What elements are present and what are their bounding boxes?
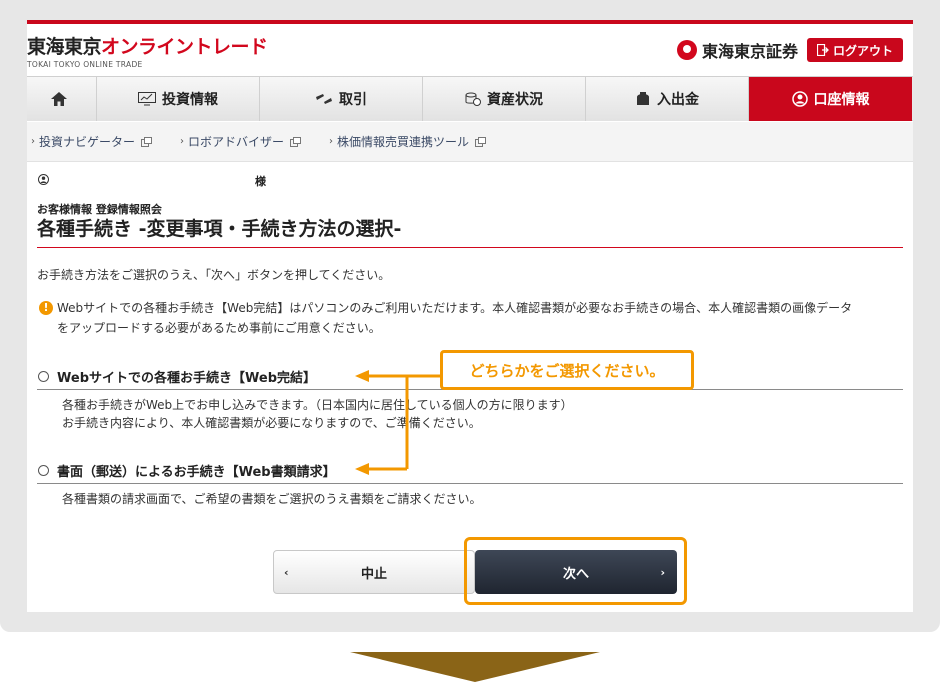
nav-label: 入出金	[657, 92, 699, 108]
option-desc-line: 各種書類の請求画面で、ご希望の書類をご選択のうえ書類をご請求ください。	[62, 492, 482, 506]
nav-label: 投資情報	[162, 92, 218, 108]
sublink-stock-trading-tool[interactable]: › 株価情報売買連携ツール	[329, 133, 487, 150]
external-window-icon	[141, 136, 153, 147]
notice-line-1: Webサイトでの各種お手続き【Web完結】はパソコンのみご利用いただけます。本人…	[57, 301, 853, 315]
page: 東海東京オンライントレード TOKAI TOKYO ONLINE TRADE 東…	[27, 20, 913, 612]
cancel-label: 中止	[360, 566, 387, 582]
sub-nav: › 投資ナビゲーター › ロボアドバイザー › 株価情報売買連携ツール	[27, 122, 913, 162]
sublink-robo-advisor[interactable]: › ロボアドバイザー	[180, 133, 302, 150]
down-arrow-icon	[350, 652, 600, 682]
nav-deposit-withdrawal[interactable]: 入出金	[586, 77, 749, 121]
next-label: 次へ	[562, 566, 589, 582]
sublink-label: 株価情報売買連携ツール	[337, 135, 470, 149]
coins-icon	[465, 92, 481, 106]
external-window-icon	[290, 136, 302, 147]
next-button[interactable]: 次へ ›	[475, 550, 677, 594]
external-window-icon	[475, 136, 487, 147]
logo-kana: オンライントレード	[101, 36, 268, 58]
nav-trade[interactable]: 取引	[260, 77, 423, 121]
instruction-text: お手続き方法をご選択のうえ、「次へ」ボタンを押してください。	[37, 268, 391, 282]
chevron-right-icon: ›	[660, 565, 665, 579]
logout-button[interactable]: ログアウト	[807, 38, 903, 62]
sublink-investment-navigator[interactable]: › 投資ナビゲーター	[31, 133, 153, 150]
option-label: Webサイトでの各種お手続き【Web完結】	[57, 370, 316, 386]
logout-label: ログアウト	[832, 43, 893, 58]
nav-asset-status[interactable]: 資産状況	[423, 77, 586, 121]
option-desc-line: お手続き内容により、本人確認書類が必要になりますので、ご準備ください。	[62, 416, 481, 430]
nav-home[interactable]	[27, 77, 97, 121]
logo-subtitle: TOKAI TOKYO ONLINE TRADE	[27, 60, 143, 69]
notice: ! Webサイトでの各種お手続き【Web完結】はパソコンのみご利用いただけます。…	[37, 298, 903, 338]
notice-line-2: をアップロードする必要があるため事前にご用意ください。	[57, 321, 381, 335]
nav-account-info[interactable]: 口座情報	[749, 77, 912, 121]
logo-kanji: 東海東京	[27, 36, 102, 58]
option-paper-request[interactable]: 書面（郵送）によるお手続き【Web書類請求】 各種書類の請求画面で、ご希望の書類…	[37, 459, 903, 508]
user-icon	[38, 174, 49, 185]
option-header[interactable]: 書面（郵送）によるお手続き【Web書類請求】	[37, 459, 903, 481]
cancel-button[interactable]: ‹ 中止	[273, 550, 475, 594]
user-name-row: 様	[37, 174, 337, 188]
title-divider	[37, 247, 903, 248]
sublink-label: ロボアドバイザー	[188, 135, 285, 149]
radio-paper-request[interactable]	[38, 464, 49, 476]
chart-icon	[138, 92, 156, 106]
option-desc-line: 各種お手続きがWeb上でお申し込みできます。（日本国内に居住している個人の方に限…	[62, 398, 573, 412]
user-circle-icon	[791, 91, 808, 107]
site-logo[interactable]: 東海東京オンライントレード TOKAI TOKYO ONLINE TRADE	[27, 32, 268, 69]
sublink-label: 投資ナビゲーター	[39, 135, 136, 149]
radio-web-complete[interactable]	[38, 370, 49, 382]
chevron-left-icon: ‹	[284, 565, 289, 579]
option-divider	[37, 483, 903, 484]
logo-title: 東海東京オンライントレード	[27, 32, 268, 59]
main-nav: 投資情報 取引 資産状況 入出金 口座情報	[27, 76, 913, 121]
option-label: 書面（郵送）によるお手続き【Web書類請求】	[57, 464, 336, 480]
option-description: 各種お手続きがWeb上でお申し込みできます。（日本国内に居住している個人の方に限…	[37, 396, 903, 432]
exclamation-icon: !	[39, 301, 53, 315]
chevron-right-icon: ›	[329, 136, 334, 147]
brand[interactable]: 東海東京証券	[676, 38, 798, 62]
nav-label: 口座情報	[813, 92, 870, 108]
nav-label: 資産状況	[487, 92, 543, 108]
page-title: 各種手続き -変更事項・手続き方法の選択-	[37, 218, 402, 240]
brand-name: 東海東京証券	[701, 42, 798, 61]
nav-investment-info[interactable]: 投資情報	[97, 77, 260, 121]
brand-mark-icon	[676, 40, 697, 60]
nav-label: 取引	[339, 92, 367, 108]
trade-icon	[316, 94, 332, 104]
chevron-right-icon: ›	[180, 136, 185, 147]
logout-icon	[816, 44, 829, 56]
user-honorific: 様	[255, 175, 266, 188]
callout-select-one: どちらかをご選択ください。	[440, 350, 694, 390]
wallet-icon	[637, 92, 649, 105]
chevron-right-icon: ›	[31, 136, 35, 147]
home-icon	[50, 92, 67, 106]
option-description: 各種書類の請求画面で、ご希望の書類をご選択のうえ書類をご請求ください。	[37, 490, 903, 508]
